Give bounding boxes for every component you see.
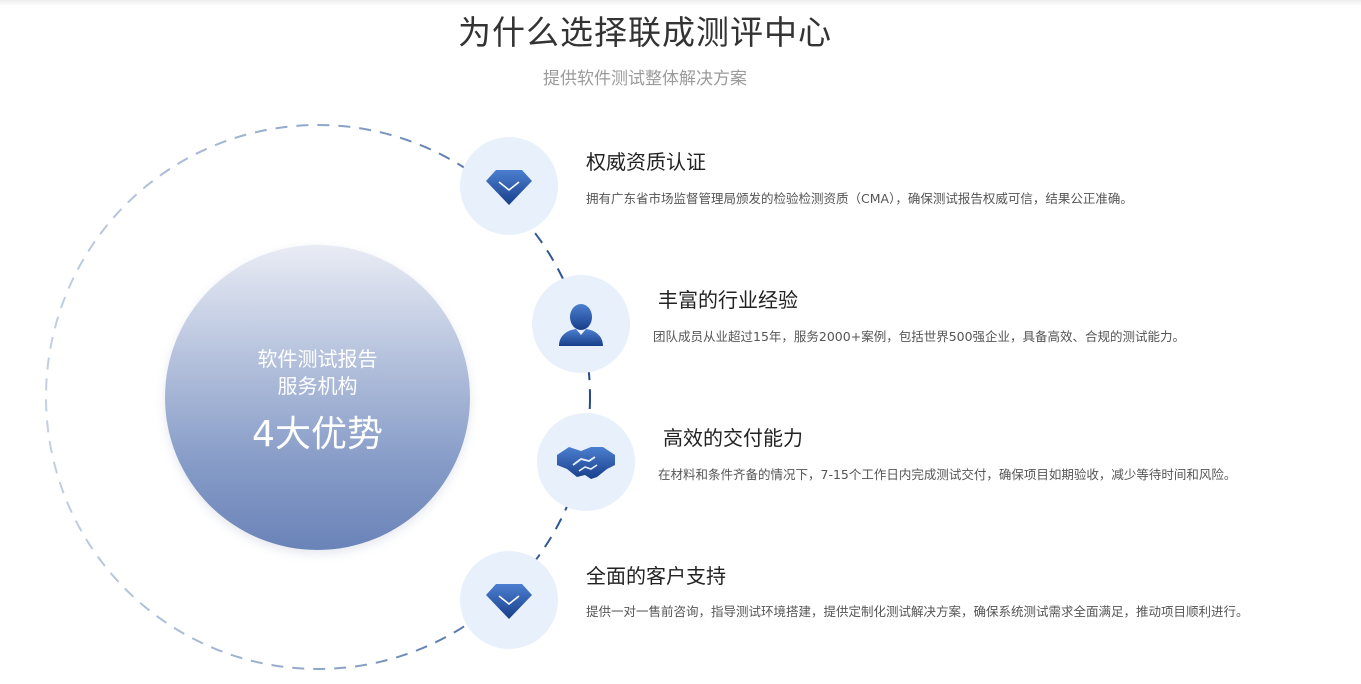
feature-1-desc: 拥有广东省市场监督管理局颁发的检验检测资质（CMA），确保测试报告权威可信，结果…: [586, 191, 1133, 206]
center-label-line2: 服务机构: [277, 374, 358, 398]
feature-4-title: 全面的客户支持: [586, 564, 726, 588]
center-badge: 软件测试报告 服务机构 4大优势: [165, 245, 470, 550]
feature-1-icon-badge: [460, 137, 558, 235]
feature-1-title: 权威资质认证: [586, 150, 706, 174]
diamond-icon: [486, 170, 532, 205]
center-headline: 4大优势: [252, 414, 383, 455]
handshake-icon: [557, 447, 615, 479]
center-label-line1: 软件测试报告: [257, 347, 378, 371]
advantages-section: 为什么选择联成测评中心 提供软件测试整体解决方案 软件测试报告 服务机构 4大优…: [0, 0, 1361, 684]
diamond-icon: [486, 584, 532, 619]
feature-2-title: 丰富的行业经验: [658, 288, 798, 312]
feature-4-desc: 提供一对一售前咨询，指导测试环境搭建，提供定制化测试解决方案，确保系统测试需求全…: [586, 604, 1249, 619]
feature-2-icon-badge: [532, 275, 630, 373]
feature-3-icon-badge: [537, 413, 635, 511]
feature-2-desc: 团队成员从业超过15年，服务2000+案例，包括世界500强企业，具备高效、合规…: [653, 329, 1186, 344]
person-icon: [559, 304, 603, 346]
feature-3-desc: 在材料和条件齐备的情况下，7-15个工作日内完成测试交付，确保项目如期验收，减少…: [658, 467, 1237, 482]
feature-4-icon-badge: [460, 551, 558, 649]
feature-3-title: 高效的交付能力: [663, 426, 803, 450]
